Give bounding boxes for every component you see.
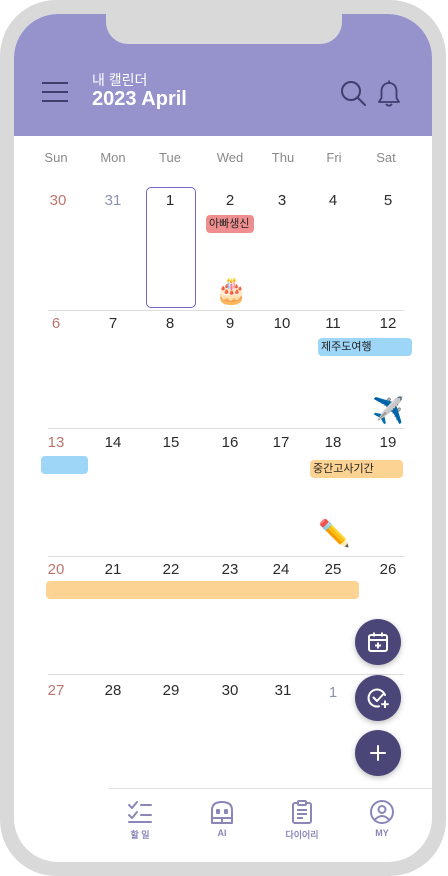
date-cell[interactable]: 27 <box>38 682 74 699</box>
tabbar-divider <box>108 788 432 789</box>
date-cell[interactable]: 31 <box>265 682 301 699</box>
tab-todo[interactable]: 할 일 <box>110 800 170 841</box>
date-cell[interactable]: 23 <box>212 561 248 578</box>
pencil-sticker: ✏️ <box>318 518 351 548</box>
event-jeju-trip[interactable]: 제주도여행 <box>318 338 412 356</box>
weekday-sat: Sat <box>376 150 396 165</box>
date-cell[interactable]: 17 <box>263 434 299 451</box>
date-cell[interactable]: 29 <box>153 682 189 699</box>
event-midterm[interactable]: 중간고사기간 <box>310 460 403 478</box>
tab-diary-label: 다이어리 <box>285 830 319 840</box>
date-cell[interactable]: 7 <box>95 315 131 332</box>
tab-my[interactable]: MY <box>352 800 412 838</box>
date-cell[interactable]: 20 <box>38 561 74 578</box>
date-cell[interactable]: 6 <box>38 315 74 332</box>
week-divider <box>48 310 404 311</box>
date-cell[interactable]: 19 <box>370 434 406 451</box>
date-cell[interactable]: 5 <box>370 192 406 209</box>
tab-ai[interactable]: AI <box>192 800 252 838</box>
phone-side-button-right <box>442 190 446 286</box>
tab-todo-label: 할 일 <box>130 830 150 840</box>
date-cell[interactable]: 2 <box>212 192 248 209</box>
weekday-wed: Wed <box>216 150 244 165</box>
date-cell[interactable]: 13 <box>38 434 74 451</box>
plus-icon <box>370 745 386 761</box>
date-cell[interactable]: 4 <box>315 192 351 209</box>
date-cell-today[interactable]: 1 <box>152 192 188 209</box>
checklist-icon <box>128 801 152 823</box>
date-cell[interactable]: 8 <box>152 315 188 332</box>
date-cell[interactable]: 24 <box>263 561 299 578</box>
event-jeju-trip-continued[interactable] <box>41 456 88 474</box>
weekday-fri: Fri <box>326 150 342 165</box>
week-divider <box>48 674 404 675</box>
date-cell[interactable]: 1 <box>315 684 351 701</box>
date-cell[interactable]: 14 <box>95 434 131 451</box>
date-cell[interactable]: 21 <box>95 561 131 578</box>
event-dad-birthday[interactable]: 아빠생신 <box>206 215 254 233</box>
bell-icon[interactable] <box>376 80 402 108</box>
date-cell[interactable]: 18 <box>315 434 351 451</box>
calendar-name: 내 캘린더 <box>92 72 148 88</box>
date-cell[interactable]: 16 <box>212 434 248 451</box>
date-cell[interactable]: 22 <box>153 561 189 578</box>
calendar-plus-icon <box>368 632 388 652</box>
week-divider <box>48 428 404 429</box>
date-cell[interactable]: 31 <box>95 192 131 209</box>
date-cell[interactable]: 26 <box>370 561 406 578</box>
date-cell[interactable]: 15 <box>153 434 189 451</box>
date-cell[interactable]: 30 <box>212 682 248 699</box>
tab-my-label: MY <box>375 828 389 838</box>
week-divider <box>48 556 404 557</box>
weekday-mon: Mon <box>100 150 126 165</box>
date-cell[interactable]: 28 <box>95 682 131 699</box>
tab-diary[interactable]: 다이어리 <box>272 800 332 841</box>
date-cell[interactable]: 9 <box>212 315 248 332</box>
user-icon <box>370 800 394 824</box>
date-cell[interactable]: 12 <box>370 315 406 332</box>
add-schedule-button[interactable] <box>355 619 401 665</box>
add-todo-button[interactable] <box>355 675 401 721</box>
weekday-sun: Sun <box>44 150 68 165</box>
month-title[interactable]: 2023 April <box>92 88 187 111</box>
phone-side-button-left <box>0 110 4 158</box>
cake-sticker: 🎂 <box>215 275 248 305</box>
event-midterm-continued[interactable] <box>46 581 359 599</box>
hamburger-menu-icon[interactable] <box>42 82 68 102</box>
phone-notch <box>106 14 342 44</box>
add-button[interactable] <box>355 730 401 776</box>
robot-icon <box>211 801 233 824</box>
clipboard-icon <box>292 800 312 824</box>
tab-ai-label: AI <box>217 828 227 838</box>
date-cell[interactable]: 25 <box>315 561 351 578</box>
search-icon[interactable] <box>340 80 366 106</box>
date-cell[interactable]: 11 <box>315 315 351 332</box>
date-cell[interactable]: 30 <box>40 192 76 209</box>
date-cell[interactable]: 10 <box>264 315 300 332</box>
airplane-sticker: ✈️ <box>372 395 405 425</box>
check-circle-plus-icon <box>367 688 389 708</box>
weekday-thu: Thu <box>271 150 295 165</box>
weekday-tue: Tue <box>159 150 181 165</box>
date-cell[interactable]: 3 <box>264 192 300 209</box>
